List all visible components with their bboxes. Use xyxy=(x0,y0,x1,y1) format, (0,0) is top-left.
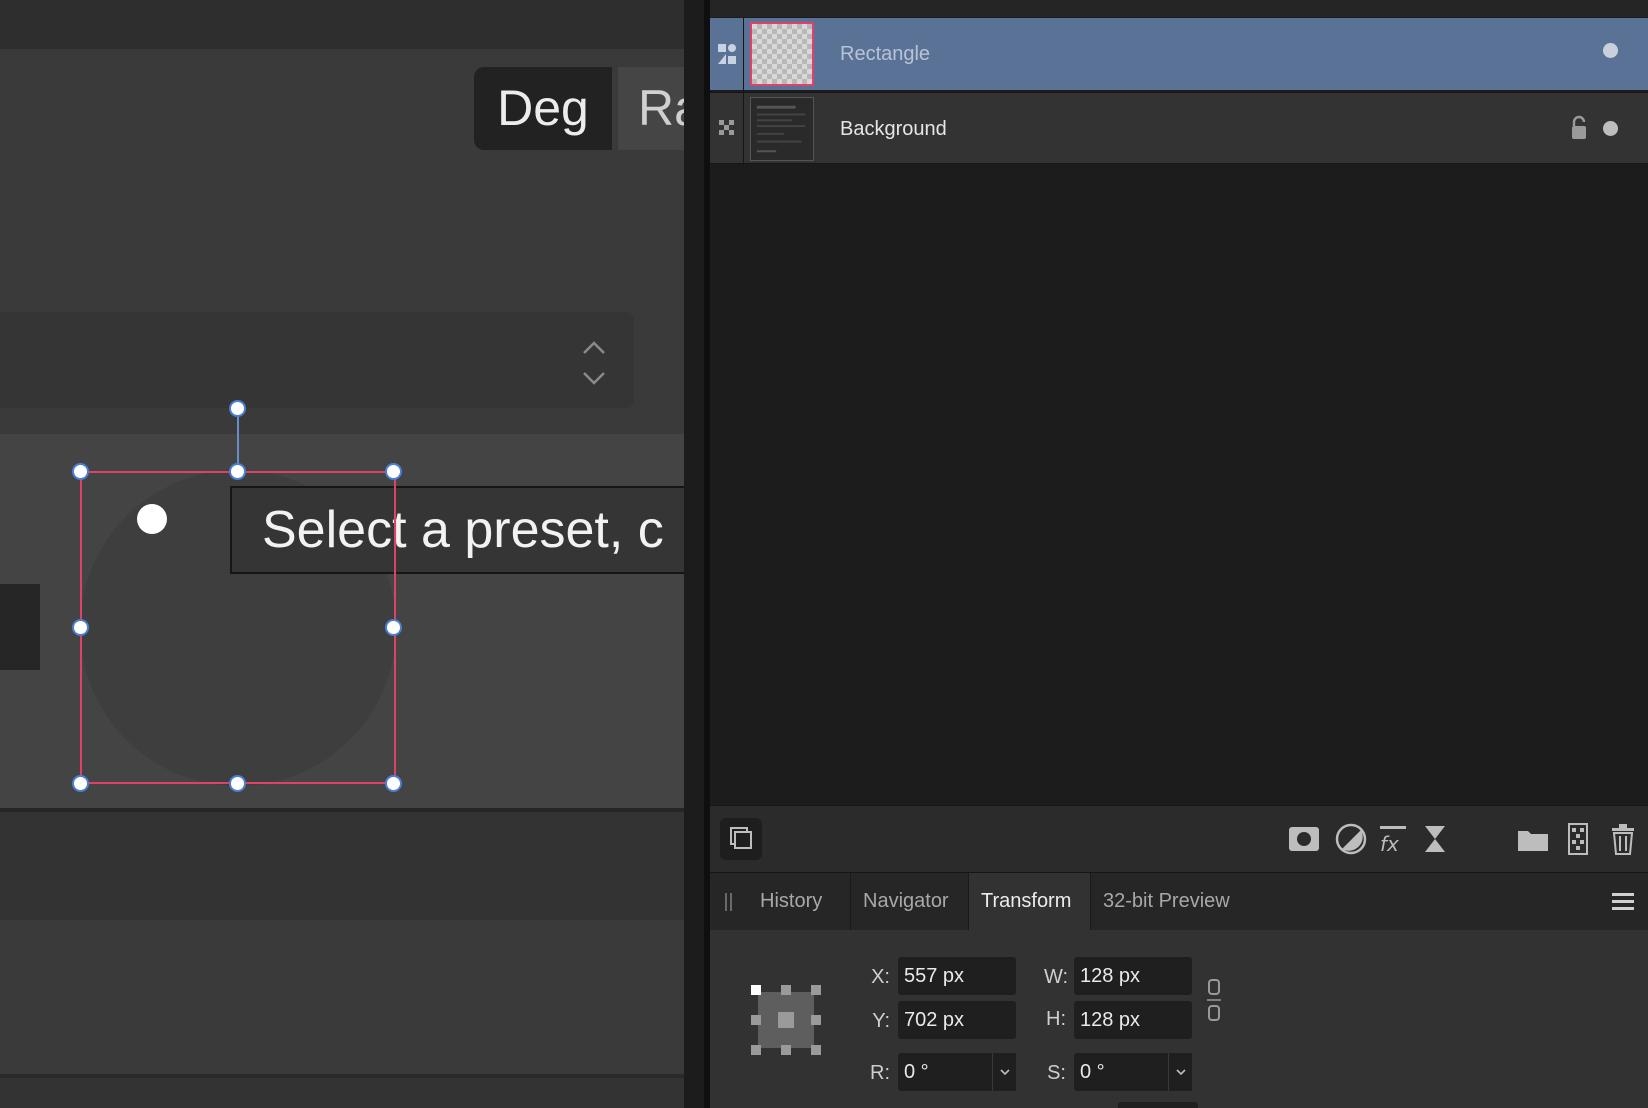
rad-button: Ra xyxy=(618,67,684,150)
adjustment-layer-icon[interactable] xyxy=(1334,822,1368,856)
x-position-input[interactable]: 557 px xyxy=(898,957,1016,995)
layer-options-button[interactable] xyxy=(720,818,762,860)
layer-type-cell xyxy=(710,93,744,165)
height-label: H: xyxy=(1046,1008,1066,1030)
preset-tooltip: Select a preset, c xyxy=(230,486,684,574)
layers-panel: Rectangle Background fx xyxy=(710,0,1648,872)
resize-handle-top-left[interactable] xyxy=(72,463,89,480)
drag-grip-icon[interactable] xyxy=(724,893,734,911)
width-label: W: xyxy=(1044,966,1069,988)
canvas-top-band xyxy=(0,0,684,49)
layer-thumbnail xyxy=(750,22,814,86)
canvas-lower-band xyxy=(0,812,684,920)
stepper-arrows-icon xyxy=(583,341,605,385)
add-pixel-layer-icon[interactable] xyxy=(1561,822,1595,856)
stack-icon xyxy=(730,827,752,849)
studio-tab-bar: History Navigator Transform 32-bit Previ… xyxy=(710,872,1648,930)
resize-handle-top[interactable] xyxy=(229,463,246,480)
next-row-field-edge xyxy=(1118,1102,1198,1108)
layer-name: Rectangle xyxy=(840,43,931,65)
deg-button: Deg xyxy=(474,67,612,150)
chevron-down-icon xyxy=(1176,1069,1186,1076)
layers-toolbar: fx xyxy=(710,805,1648,872)
resize-handle-bottom-right[interactable] xyxy=(385,775,402,792)
transform-panel: X: 557 px Y: 702 px R: 0 ° W: 128 px H: … xyxy=(710,930,1648,1108)
panel-menu-hamburger-icon[interactable] xyxy=(1612,890,1634,912)
document-canvas[interactable]: Deg Ra Select a preset, c xyxy=(0,0,684,1108)
layer-thumbnail xyxy=(750,97,814,161)
canvas-footer-band xyxy=(0,1078,684,1108)
add-group-folder-icon[interactable] xyxy=(1516,822,1550,856)
visibility-dot-icon[interactable] xyxy=(1603,121,1618,136)
layer-row-background[interactable]: Background xyxy=(710,92,1648,165)
anchor-point-selector-icon[interactable] xyxy=(746,980,826,1060)
resize-handle-left[interactable] xyxy=(72,619,89,636)
background-thumbnail-image xyxy=(756,105,806,153)
fx-layer-effects-icon[interactable]: fx xyxy=(1376,822,1410,856)
resize-handle-right[interactable] xyxy=(385,619,402,636)
dark-block xyxy=(0,584,40,670)
resize-handle-bottom[interactable] xyxy=(229,775,246,792)
width-input[interactable]: 128 px xyxy=(1074,957,1192,995)
rotation-handle[interactable] xyxy=(229,400,246,417)
layer-name: Background xyxy=(840,118,947,140)
link-proportions-icon[interactable] xyxy=(1206,978,1222,1022)
x-label: X: xyxy=(871,966,890,988)
height-input[interactable]: 128 px xyxy=(1074,1001,1192,1039)
shape-layer-icon xyxy=(718,44,736,64)
tab-history[interactable]: History xyxy=(748,873,851,930)
rotation-label: R: xyxy=(870,1062,890,1084)
canvas-bottom-area xyxy=(0,920,684,1074)
live-filter-hourglass-icon[interactable] xyxy=(1418,822,1452,856)
visibility-dot-icon[interactable] xyxy=(1603,43,1618,58)
white-dot-marker xyxy=(137,504,167,534)
layers-header-strip xyxy=(710,0,1648,17)
preset-dropdown-field xyxy=(0,312,634,408)
shear-dropdown-button[interactable] xyxy=(1168,1053,1192,1091)
chevron-down-icon xyxy=(1000,1069,1010,1076)
pixel-layer-icon xyxy=(719,120,734,135)
resize-handle-top-right[interactable] xyxy=(385,463,402,480)
y-position-input[interactable]: 702 px xyxy=(898,1001,1016,1039)
layer-type-cell xyxy=(710,18,744,90)
resize-handle-bottom-left[interactable] xyxy=(72,775,89,792)
mask-layer-icon[interactable] xyxy=(1287,822,1321,856)
shear-label: S: xyxy=(1047,1062,1066,1084)
tab-navigator[interactable]: Navigator xyxy=(851,873,969,930)
svg-text:fx: fx xyxy=(1380,832,1399,856)
tab-transform[interactable]: Transform xyxy=(969,873,1091,930)
layer-row-rectangle[interactable]: Rectangle xyxy=(710,18,1648,90)
tab-32bit-preview[interactable]: 32-bit Preview xyxy=(1091,873,1251,930)
rotation-dropdown-button[interactable] xyxy=(992,1053,1016,1091)
lock-icon[interactable] xyxy=(1570,115,1588,141)
y-label: Y: xyxy=(872,1010,890,1032)
delete-layer-trash-icon[interactable] xyxy=(1606,822,1640,856)
